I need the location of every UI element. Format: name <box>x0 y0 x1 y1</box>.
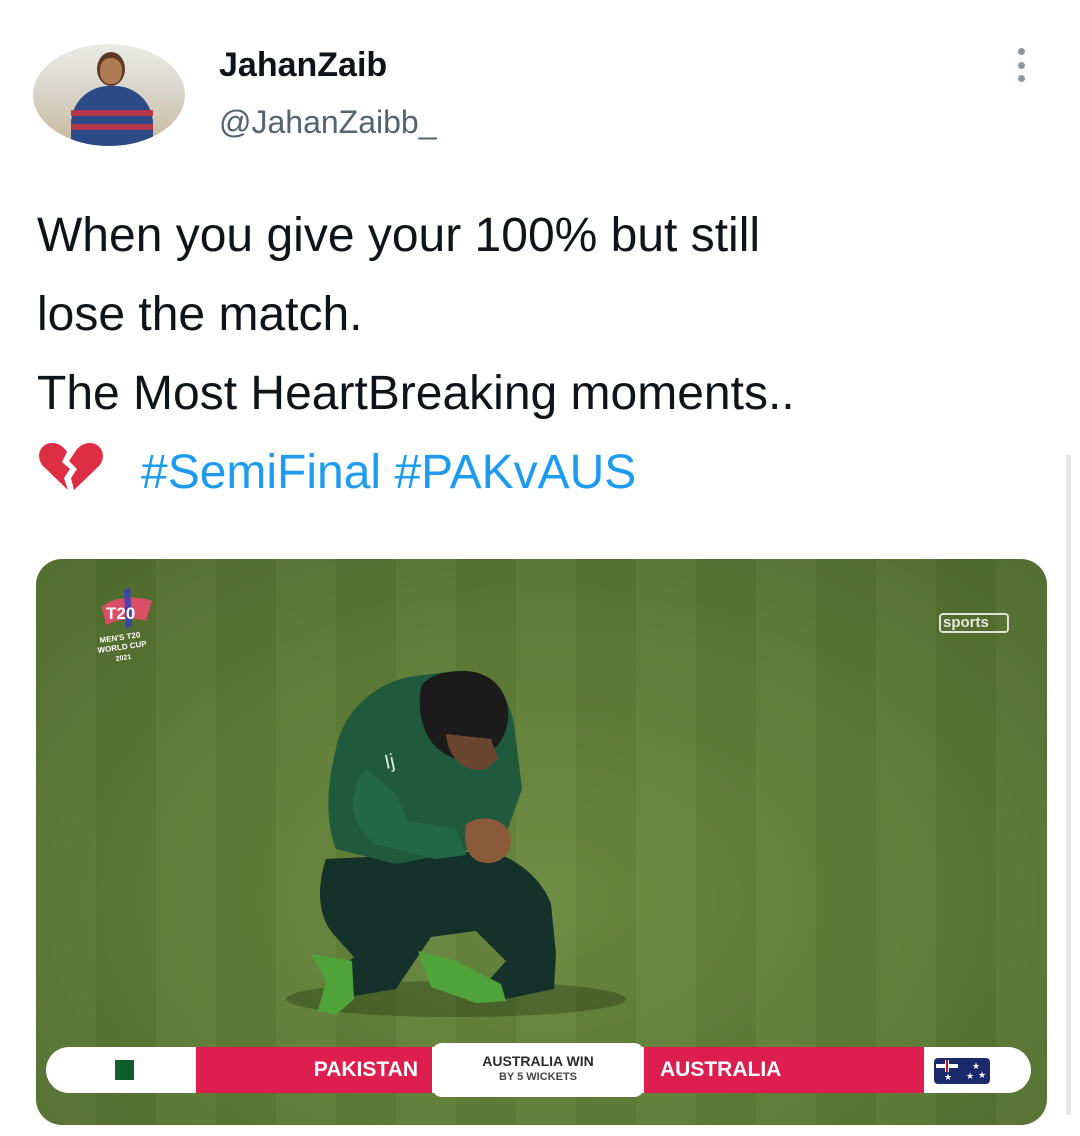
t20-world-cup-logo: T20 MEN'S T20 WORLD CUP 2021 <box>97 587 152 663</box>
union-jack-canton <box>936 1060 958 1072</box>
tweet-media-image[interactable]: Ij T20 MEN'S T20 WORLD CUP 2021 sports P… <box>36 559 1047 1125</box>
more-dot <box>1017 61 1025 69</box>
scrollbar[interactable] <box>1066 455 1071 1115</box>
more-dot <box>1017 48 1025 55</box>
avatar-sweater-stripe <box>71 124 153 130</box>
t20-logo-subtext: 2021 <box>115 654 132 663</box>
team-name-left: PAKISTAN <box>313 1058 418 1081</box>
match-result-text: AUSTRALIA WIN <box>482 1053 594 1069</box>
tweet-line: The Most HeartBreaking moments.. <box>37 367 795 420</box>
tweet-hashtag-line: #SemiFinal #PAKvAUS <box>37 433 1047 512</box>
t20-logo-text: T20 <box>106 604 135 623</box>
broadcaster-logo-text: sports <box>943 614 989 631</box>
more-dot <box>1017 75 1025 82</box>
author-display-name[interactable]: JahanZaib <box>219 46 387 85</box>
avatar-sweater-stripe <box>71 110 153 116</box>
broken-heart-icon <box>39 443 103 490</box>
author-handle[interactable]: @JahanZaibb_ <box>219 104 437 141</box>
match-result: AUSTRALIA WIN BY 5 WICKETS <box>432 1053 644 1085</box>
scoreboard-banner: PAKISTAN AUSTRALIA WIN BY 5 WICKETS AUST… <box>36 1043 1047 1097</box>
more-options-icon[interactable] <box>1006 44 1036 86</box>
tweet-line: When you give your 100% but still <box>37 209 761 262</box>
broadcaster-logo: sports <box>939 605 1009 635</box>
pakistan-flag-icon <box>108 1060 134 1080</box>
flag-star: ★ <box>978 1070 987 1080</box>
avatar-figure <box>71 86 153 146</box>
flag-star: ★ <box>944 1072 953 1082</box>
tweet-line: lose the match. <box>37 288 363 341</box>
crouching-player: Ij <box>286 670 626 1017</box>
team-name-right: AUSTRALIA <box>660 1058 782 1081</box>
flag-star: ★ <box>966 1071 975 1081</box>
australia-flag-icon: ★ ★ ★ ★ <box>934 1058 990 1084</box>
match-result-margin: BY 5 WICKETS <box>498 1071 578 1083</box>
avatar-face <box>100 58 122 84</box>
avatar[interactable] <box>33 44 185 146</box>
hashtag-link[interactable]: #PAKvAUS <box>394 446 636 499</box>
tweet-text: When you give your 100% but still lose t… <box>37 196 1047 512</box>
hashtag-link[interactable]: #SemiFinal <box>141 446 381 499</box>
